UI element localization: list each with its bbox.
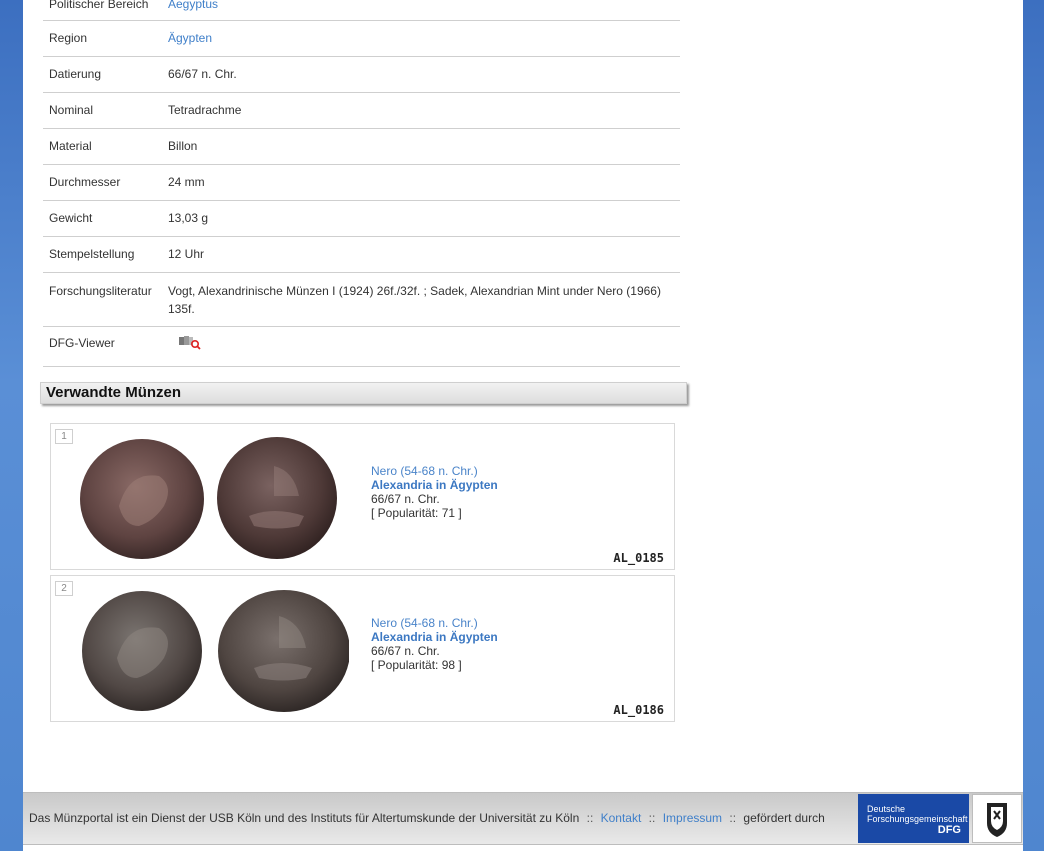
dfg-logo[interactable]: Deutsche Forschungsgemeinschaft DFG [858, 794, 969, 843]
footer-separator: :: [729, 811, 737, 825]
dfg-logo-line: Forschungsgemeinschaft [867, 814, 968, 824]
political-area-link[interactable]: Aegyptus [168, 0, 218, 11]
table-row: Stempelstellung 12 Uhr [43, 236, 680, 273]
table-row: Material Billon [43, 128, 680, 165]
related-coin-card[interactable]: 1 Nero (54-68 n. Chr.) Alexandria in Ägy… [50, 423, 675, 570]
row-value: 13,03 g [162, 200, 680, 237]
funded-by-text: gefördert durch [743, 811, 825, 825]
page: Politischer Bereich Aegyptus Region Ägyp… [23, 0, 1023, 851]
row-value: 24 mm [162, 164, 680, 201]
details-table: Politischer Bereich Aegyptus Region Ägyp… [43, 0, 680, 367]
row-value [162, 326, 680, 367]
footer-text: Das Münzportal ist ein Dienst der USB Kö… [29, 811, 825, 825]
dfg-logo-short: DFG [937, 824, 961, 836]
dfg-viewer-icon[interactable] [178, 334, 202, 355]
row-value: Billon [162, 128, 680, 165]
coin-popularity: [ Popularität: 71 ] [371, 506, 462, 520]
coin-images[interactable] [79, 436, 349, 561]
table-row: DFG-Viewer [43, 326, 680, 367]
footer: Das Münzportal ist ein Dienst der USB Kö… [23, 792, 1023, 845]
coin-date: 66/67 n. Chr. [371, 492, 440, 506]
table-row: Nominal Tetradrachme [43, 92, 680, 129]
contact-link[interactable]: Kontakt [601, 811, 642, 825]
coin-reverse [217, 437, 337, 559]
row-label: Region [43, 20, 162, 57]
row-label: Nominal [43, 92, 162, 129]
coin-ruler-link[interactable]: Nero (54-68 n. Chr.) [371, 616, 498, 630]
row-label: Durchmesser [43, 164, 162, 201]
coin-ruler-link[interactable]: Nero (54-68 n. Chr.) [371, 464, 498, 478]
coin-mint-link[interactable]: Alexandria in Ägypten [371, 630, 498, 644]
academy-logo[interactable] [972, 794, 1022, 843]
row-label: Gewicht [43, 200, 162, 237]
coin-date: 66/67 n. Chr. [371, 644, 440, 658]
coin-info: Nero (54-68 n. Chr.) Alexandria in Ägypt… [371, 616, 498, 672]
coin-photo[interactable] [79, 436, 349, 561]
table-row: Forschungsliteratur Vogt, Alexandrinisch… [43, 272, 680, 327]
row-value: Ägypten [162, 20, 680, 57]
coin-number: 2 [55, 581, 73, 596]
table-row: Politischer Bereich Aegyptus [43, 0, 680, 21]
coin-number: 1 [55, 429, 73, 444]
related-coins-heading: Verwandte Münzen [40, 382, 687, 404]
row-label: Politischer Bereich [43, 0, 162, 21]
coin-info: Nero (54-68 n. Chr.) Alexandria in Ägypt… [371, 464, 498, 520]
footer-separator: :: [586, 811, 594, 825]
related-coin-card[interactable]: 2 Nero (54-68 n. Chr.) Alexandria in Ägy… [50, 575, 675, 722]
coin-code: AL_0185 [613, 551, 664, 565]
row-label: Datierung [43, 56, 162, 93]
table-row: Datierung 66/67 n. Chr. [43, 56, 680, 93]
dfg-logo-line: Deutsche [867, 804, 906, 814]
region-link[interactable]: Ägypten [168, 31, 212, 45]
imprint-link[interactable]: Impressum [663, 811, 722, 825]
row-value: 66/67 n. Chr. [162, 56, 680, 93]
coin-mint-link[interactable]: Alexandria in Ägypten [371, 478, 498, 492]
coin-code: AL_0186 [613, 703, 664, 717]
row-label: Stempelstellung [43, 236, 162, 273]
footer-description: Das Münzportal ist ein Dienst der USB Kö… [29, 811, 580, 825]
coin-popularity: [ Popularität: 98 ] [371, 658, 462, 672]
dfg-logo-text: Deutsche Forschungsgemeinschaft [867, 804, 968, 824]
coin-photo[interactable] [79, 588, 350, 713]
row-label: Forschungsliteratur [43, 272, 162, 327]
table-row: Gewicht 13,03 g [43, 200, 680, 237]
row-value: 12 Uhr [162, 236, 680, 273]
row-value-link[interactable]: Aegyptus [162, 0, 680, 21]
table-row: Region Ägypten [43, 20, 680, 57]
row-value: Tetradrachme [162, 92, 680, 129]
coin-details: Politischer Bereich Aegyptus Region Ägyp… [43, 0, 680, 367]
row-label: Material [43, 128, 162, 165]
coin-reverse [218, 590, 350, 712]
row-value: Vogt, Alexandrinische Münzen I (1924) 26… [162, 272, 680, 327]
footer-separator: :: [648, 811, 656, 825]
table-row: Durchmesser 24 mm [43, 164, 680, 201]
row-label: DFG-Viewer [43, 326, 162, 367]
coin-images[interactable] [79, 588, 350, 713]
